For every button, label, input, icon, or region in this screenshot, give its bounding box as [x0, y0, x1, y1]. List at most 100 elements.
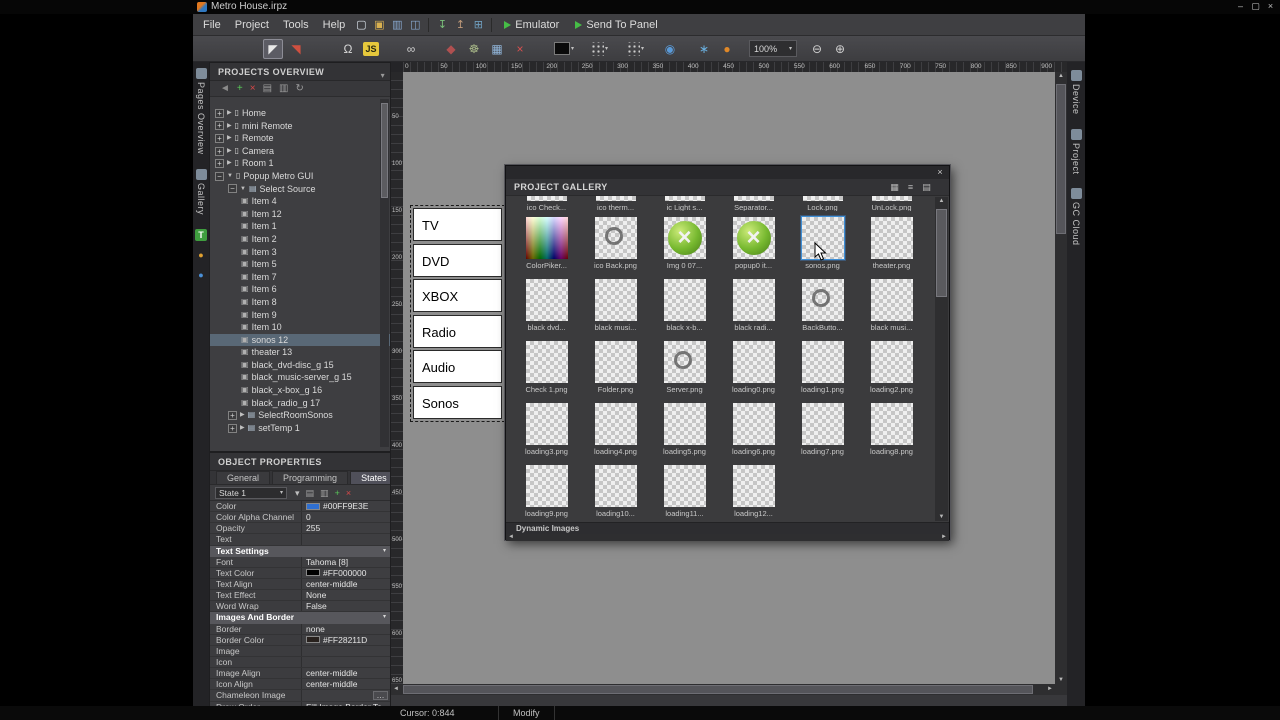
import-icon[interactable]: ↧	[433, 16, 451, 34]
source-menu-item[interactable]: DVD	[413, 243, 502, 277]
property-row[interactable]: Opacity 255	[210, 523, 390, 535]
tree-item[interactable]: ▣ black_dvd-disc_g 15	[210, 359, 390, 372]
maximize-button[interactable]: ▢	[1249, 0, 1262, 13]
gallery-item[interactable]: ic Light s...	[650, 196, 719, 211]
templates-tab[interactable]: T	[195, 228, 207, 241]
gallery-item[interactable]: Folder.png	[581, 335, 650, 397]
gallery-item[interactable]: loading4.png	[581, 397, 650, 459]
scroll-up-icon[interactable]: ▲	[1055, 73, 1067, 79]
tree-item[interactable]: ▣ Item 1	[210, 220, 390, 233]
hotspot-tool[interactable]: ◥	[286, 39, 306, 59]
send-to-panel-button[interactable]: Send To Panel	[567, 19, 665, 31]
property-row[interactable]: Border Color #FF28211D	[210, 634, 390, 646]
scroll-left-icon[interactable]: ◄	[508, 534, 514, 541]
tree-item[interactable]: + ▶ ▤ setTemp 1	[210, 422, 390, 435]
gallery-item[interactable]: Server.png	[650, 335, 719, 397]
tree-item[interactable]: ▣ black_x-box_g 16	[210, 384, 390, 397]
gallery-close-icon[interactable]: ×	[933, 167, 947, 178]
expander-icon[interactable]: +	[215, 146, 224, 156]
expander-icon[interactable]: −	[228, 184, 237, 194]
back-icon[interactable]: ◄	[220, 82, 230, 96]
save-icon[interactable]: ▥	[388, 16, 406, 34]
paste-state-icon[interactable]: ▥	[320, 487, 329, 499]
device-tab[interactable]: Device	[1070, 70, 1082, 115]
scroll-right-icon[interactable]: ►	[1047, 686, 1053, 692]
effects-tool[interactable]: ∗	[694, 39, 714, 59]
source-menu-item[interactable]: TV	[413, 208, 502, 241]
view-list-icon[interactable]: ≡	[904, 182, 917, 193]
section-header[interactable]: Text Settings ▾	[210, 545, 390, 557]
scroll-up-icon[interactable]: ▲	[935, 198, 948, 204]
link-tool[interactable]: ∞	[401, 39, 421, 59]
source-menu-item[interactable]: Audio	[413, 350, 502, 384]
paint-tool[interactable]: ◆	[441, 39, 461, 59]
source-menu-item[interactable]: Sonos	[413, 385, 502, 419]
tree-item[interactable]: + ▶ ▯ Remote	[210, 132, 390, 145]
delete-state-icon[interactable]: ×	[346, 487, 351, 499]
gallery-item[interactable]: popup0 it...	[719, 211, 788, 273]
scroll-down-icon[interactable]: ▼	[935, 514, 948, 520]
tree-item[interactable]: ▣ Item 6	[210, 283, 390, 296]
gallery-item[interactable]: loading2.png	[857, 335, 926, 397]
grid-tool[interactable]: ▦	[487, 39, 507, 59]
gallery-item[interactable]: Lock.png	[788, 196, 857, 211]
gallery-item[interactable]: ColorPiker...	[512, 211, 581, 273]
menu-tools[interactable]: Tools	[276, 14, 316, 36]
delete-page-icon[interactable]: ×	[250, 82, 256, 96]
source-menu-group[interactable]: TV DVD XBOX Radio Audio Sonos	[410, 205, 505, 422]
gallery-item[interactable]: loading10...	[581, 459, 650, 521]
tree-item[interactable]: ▣ Item 9	[210, 309, 390, 322]
property-row[interactable]: Icon	[210, 656, 390, 669]
project-tab[interactable]: Project	[1070, 128, 1082, 174]
select-tool[interactable]: ◤	[263, 38, 283, 59]
tree-item[interactable]: + ▶ ▯ Home	[210, 107, 390, 120]
zoom-level-select[interactable]: 100% ▾	[749, 40, 798, 57]
gallery-item[interactable]: black radi...	[719, 273, 788, 335]
property-row[interactable]: Icon Align center-middle	[210, 679, 390, 691]
gallery-item[interactable]: loading9.png	[512, 459, 581, 521]
tree-item[interactable]: + ▶ ▯ mini Remote	[210, 120, 390, 133]
source-menu-item[interactable]: Radio	[413, 314, 502, 348]
expander-icon[interactable]: +	[215, 133, 224, 143]
property-row[interactable]: Image	[210, 645, 390, 657]
distribute-objects-dropdown[interactable]: ▾	[626, 41, 644, 56]
zoom-out-tool[interactable]: ⊖	[807, 39, 827, 59]
property-row[interactable]: Text Color #FF000000	[210, 567, 390, 579]
gallery-titlebar[interactable]: ×	[506, 166, 949, 179]
gallery-footer[interactable]: Dynamic Images	[506, 522, 949, 534]
property-row[interactable]: Color #00FF9E3E	[210, 501, 390, 513]
tree-scrollbar-thumb[interactable]	[381, 103, 388, 198]
gallery-item[interactable]: loading5.png	[650, 397, 719, 459]
tree-item[interactable]: ▣ Item 4	[210, 195, 390, 208]
expander-icon[interactable]: −	[215, 171, 224, 181]
property-row[interactable]: Image Align center-middle	[210, 668, 390, 680]
gallery-item[interactable]: Check 1.png	[512, 335, 581, 397]
tree-item[interactable]: ▣ Item 10	[210, 321, 390, 334]
collapse-all-icon[interactable]: ▥	[279, 82, 288, 96]
property-row[interactable]: Text	[210, 534, 390, 546]
copy-state-icon[interactable]: ▤	[306, 487, 315, 499]
menu-help[interactable]: Help	[316, 14, 353, 36]
tree-item[interactable]: + ▶ ▤ SelectRoomSonos	[210, 409, 390, 422]
property-row[interactable]: Text Align center-middle	[210, 578, 390, 591]
gallery-item[interactable]: BackButto...	[788, 273, 857, 335]
gallery-item[interactable]: black musi...	[581, 273, 650, 335]
tree-item[interactable]: ▣ black_radio_g 17	[210, 397, 390, 410]
gallery-item[interactable]: black musi...	[857, 273, 926, 335]
align-objects-dropdown[interactable]: ▾	[590, 41, 608, 56]
scroll-left-icon[interactable]: ◄	[393, 686, 399, 692]
property-row[interactable]: Text Effect None	[210, 590, 390, 602]
gallery-item[interactable]: loading11...	[650, 459, 719, 521]
add-state-icon[interactable]: +	[335, 487, 340, 499]
tree-item[interactable]: − ▼ ▯ Popup Metro GUI	[210, 170, 390, 183]
tree-item[interactable]: ▣ Item 3	[210, 246, 390, 259]
tab-states[interactable]: States	[350, 471, 390, 484]
panel-options-icon[interactable]: ▾	[381, 67, 385, 85]
refresh-icon[interactable]: ↻	[296, 82, 304, 96]
gallery-item[interactable]: loading3.png	[512, 397, 581, 459]
gallery-item[interactable]: loading8.png	[857, 397, 926, 459]
canvas-hscroll-thumb[interactable]	[403, 685, 1033, 694]
open-project-icon[interactable]: ▣	[370, 16, 388, 34]
gallery-item[interactable]: black x-b...	[650, 273, 719, 335]
gallery-item[interactable]: ico Check...	[512, 196, 581, 211]
